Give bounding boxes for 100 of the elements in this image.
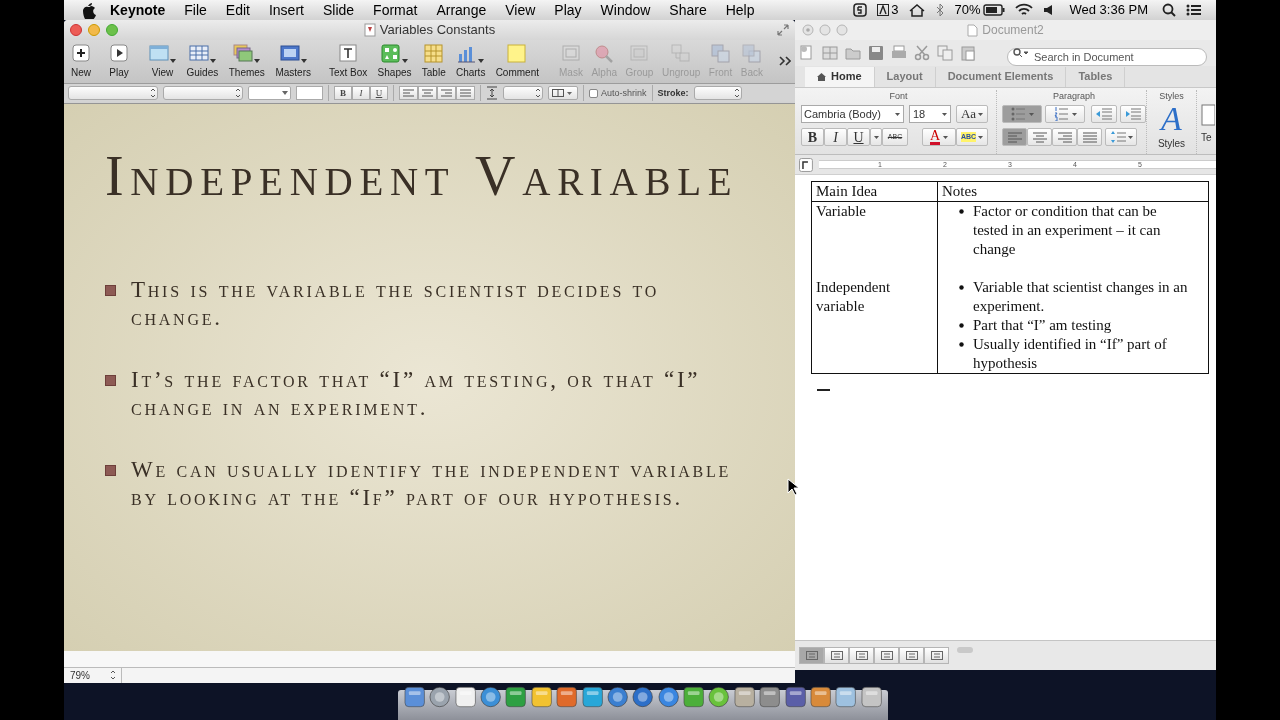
search-icon[interactable] [1162,3,1176,17]
tab-stop-icon[interactable] [799,157,813,172]
list-icon[interactable] [1186,4,1202,16]
partial-ribbon-button[interactable]: Te [1201,104,1215,145]
toolbar-button[interactable]: Charts [454,42,487,80]
fullscreen-icon[interactable] [777,24,789,36]
view-button[interactable] [899,647,924,664]
font-name-field[interactable]: Cambria (Body) [801,105,904,123]
app-icon[interactable] [606,686,629,708]
wifi-icon[interactable] [1015,3,1034,17]
toolbar-button[interactable]: Text Box [328,42,369,80]
app-icon[interactable] [809,686,832,708]
volume-icon[interactable] [1043,4,1054,16]
status-app-icon[interactable] [853,3,868,17]
menu-item[interactable]: Help [725,0,755,21]
style-button[interactable]: U [370,86,388,101]
toolbar-button[interactable]: Guides [185,42,220,80]
align-button[interactable] [1002,128,1027,146]
ribbon-tab[interactable]: Tables [1066,66,1126,87]
line-spacing-button[interactable] [1105,128,1137,146]
align-button[interactable] [1027,128,1052,146]
align-button[interactable] [1077,128,1102,146]
menu-item[interactable]: Insert [268,0,304,21]
menu-item[interactable]: File [184,0,207,21]
ribbon-tab[interactable]: Home [805,66,875,87]
app-icon[interactable] [403,686,426,708]
apple-icon[interactable] [80,1,96,19]
app-icon[interactable] [581,686,603,708]
format-button[interactable]: U [847,128,870,146]
app-menu[interactable]: Keynote [110,0,166,21]
app-icon[interactable] [683,686,705,708]
app-icon[interactable] [733,686,756,708]
menu-item[interactable]: Play [554,0,582,21]
toolbar-button[interactable]: View [148,42,177,80]
close-button[interactable] [802,24,814,36]
save-icon[interactable] [868,45,884,61]
align-button[interactable] [399,86,418,101]
align-button[interactable] [437,86,456,101]
menu-item[interactable]: Format [373,0,418,21]
clipboard-icon[interactable] [960,45,976,61]
align-button[interactable] [418,86,437,101]
app-icon[interactable] [708,686,730,708]
ribbon-tab[interactable]: Layout [874,66,936,87]
view-button[interactable] [849,647,874,664]
format-button[interactable]: B [801,128,824,146]
toolbar-button[interactable]: Table [420,42,447,80]
app-icon[interactable] [632,686,654,708]
color-well[interactable] [248,86,291,101]
app-icon[interactable] [454,686,477,708]
toolbar-button[interactable]: Masters [274,42,312,80]
search-field[interactable]: Search in Document [1007,48,1207,66]
decrease-indent-button[interactable] [1091,105,1117,123]
app-icon[interactable] [784,686,806,708]
scroll-thumb[interactable] [957,647,973,653]
toolbar-button[interactable]: Play [108,42,130,80]
ribbon-tab[interactable]: Document Elements [935,66,1067,87]
menu-item[interactable]: Edit [225,0,250,21]
grow-font-button[interactable]: Aa [956,105,988,123]
style-button[interactable]: B [334,86,352,101]
house-icon[interactable] [908,3,927,17]
overflow-icon[interactable] [779,56,791,67]
view-button[interactable] [874,647,899,664]
clock[interactable]: Wed 3:36 PM [1069,0,1148,20]
size-field[interactable] [296,86,323,101]
app-icon[interactable] [429,686,451,708]
underline-menu[interactable] [870,128,882,146]
app-icon[interactable] [556,686,578,708]
menu-item[interactable]: Arrange [436,0,487,21]
spacing-popup[interactable] [503,86,543,101]
menu-item[interactable]: Share [669,0,707,21]
bluetooth-icon[interactable] [936,3,945,17]
zoom-button[interactable] [106,24,118,36]
app-icon[interactable] [505,686,527,708]
stroke-popup[interactable] [693,86,742,101]
align-button[interactable] [1052,128,1077,146]
app-icon[interactable] [480,686,502,708]
menu-item[interactable]: Window [600,0,651,21]
auto-shrink-checkbox[interactable]: Auto-shrink [589,86,647,101]
font-popup[interactable] [68,86,158,101]
list-button[interactable] [1002,105,1042,123]
line-spacing-icon[interactable] [486,86,498,101]
view-button[interactable] [799,647,824,664]
battery-icon[interactable] [983,4,1006,16]
font-size-field[interactable]: 18 [909,105,951,123]
toolbar-button[interactable]: New [70,42,92,80]
format-button[interactable]: I [824,128,847,146]
toolbar-button[interactable]: Comment [494,42,540,80]
font-color-button[interactable]: A [922,128,956,146]
list-button[interactable] [1045,105,1085,123]
view-button[interactable] [924,647,949,664]
adobe-icon[interactable] [877,4,890,16]
app-icon[interactable] [759,686,781,708]
styles-button[interactable]: A Styles [1157,102,1186,151]
app-icon[interactable] [860,686,883,708]
app-icon[interactable] [835,686,857,708]
view-button[interactable] [824,647,849,664]
print-icon[interactable] [891,45,907,61]
increase-indent-button[interactable] [1120,105,1146,123]
close-button[interactable] [70,24,82,36]
zoom-popup[interactable]: 79% [64,668,122,683]
